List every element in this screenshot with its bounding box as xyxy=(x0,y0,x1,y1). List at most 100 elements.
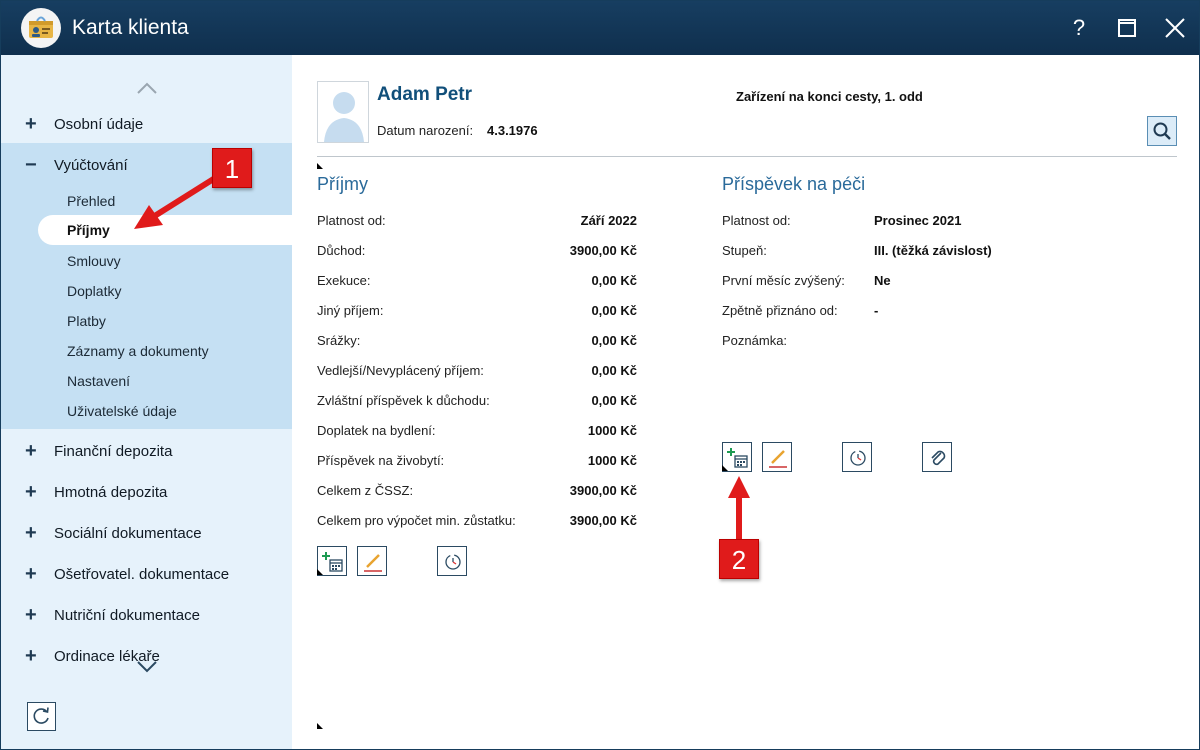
income-row-label: Důchod: xyxy=(317,243,366,258)
close-icon xyxy=(1165,18,1185,38)
care-row-label: Stupeň: xyxy=(722,243,767,258)
plus-icon: + xyxy=(25,440,37,462)
search-button[interactable] xyxy=(1147,116,1177,146)
pencil-icon xyxy=(769,450,787,468)
title-bar: Karta klienta ? xyxy=(1,1,1199,55)
avatar xyxy=(317,81,369,143)
close-button[interactable] xyxy=(1160,13,1190,43)
maximize-button[interactable] xyxy=(1112,13,1142,43)
sidebar-group-label: Finanční depozita xyxy=(54,443,173,460)
history-clock-icon xyxy=(445,554,461,570)
sidebar-group-label: Vyúčtování xyxy=(54,157,128,174)
pencil-icon xyxy=(364,554,382,572)
main-panel: Adam Petr Datum narození: 4.3.1976 Zaříz… xyxy=(292,55,1199,749)
help-button[interactable]: ? xyxy=(1064,13,1094,43)
chevron-down-icon xyxy=(137,661,157,673)
income-row-value: 3900,00 Kč xyxy=(569,243,637,258)
corner-marker xyxy=(317,163,323,169)
care-history-button[interactable] xyxy=(842,442,872,472)
sidebar-item-prehled[interactable]: Přehled xyxy=(67,193,115,209)
chevron-up-icon xyxy=(137,82,157,94)
care-row-label: Platnost od: xyxy=(722,213,791,228)
income-row-label: Příspěvek na živobytí: xyxy=(317,453,445,468)
care-row-label: Poznámka: xyxy=(722,333,788,348)
corner-marker xyxy=(317,569,323,575)
care-section-title: Příspěvek na péči xyxy=(722,174,866,194)
income-row-value: 0,00 Kč xyxy=(591,333,637,348)
scroll-up-button[interactable] xyxy=(136,81,158,100)
sidebar-group-osobni-udaje[interactable]: + Osobní údaje xyxy=(1,105,292,143)
plus-icon: + xyxy=(25,481,37,503)
plus-icon: + xyxy=(25,113,37,135)
sidebar-item-zaznamy[interactable]: Záznamy a dokumenty xyxy=(67,343,209,359)
plus-icon: + xyxy=(25,604,37,626)
client-card-window: Karta klienta ? + Osobní údaje − Vyúčtov… xyxy=(0,0,1200,750)
corner-marker xyxy=(722,465,728,471)
income-row-value: 0,00 Kč xyxy=(591,273,637,288)
income-section-title: Příjmy xyxy=(317,174,368,194)
person-silhouette-icon xyxy=(324,92,364,142)
care-attachment-button[interactable] xyxy=(922,442,952,472)
history-clock-icon xyxy=(850,450,866,466)
add-calendar-icon xyxy=(727,448,748,468)
sidebar-group-osetrovatel-dokumentace[interactable]: + Ošetřovatel. dokumentace xyxy=(1,555,292,593)
maximize-icon xyxy=(1118,19,1136,37)
care-row-label: První měsíc zvýšený: xyxy=(722,273,845,288)
sidebar-item-smlouvy[interactable]: Smlouvy xyxy=(67,253,121,269)
income-row-label: Zvláštní příspěvek k důchodu: xyxy=(317,393,490,408)
dob-label: Datum narození: xyxy=(377,123,474,138)
facility-name: Zařízení na konci cesty, 1. odd xyxy=(736,89,923,104)
income-edit-button[interactable] xyxy=(357,546,387,576)
sidebar-group-label: Ošetřovatel. dokumentace xyxy=(54,566,230,583)
income-row-label: Platnost od: xyxy=(317,213,386,228)
callout-1: 1 xyxy=(212,148,252,188)
sidebar-group-financni-depozita[interactable]: + Finanční depozita xyxy=(1,432,292,470)
care-row-value: - xyxy=(874,303,879,318)
care-edit-button[interactable] xyxy=(762,442,792,472)
sidebar-group-socialni-dokumentace[interactable]: + Sociální dokumentace xyxy=(1,514,292,552)
add-calendar-icon xyxy=(322,552,343,572)
income-row-label: Exekuce: xyxy=(317,273,371,288)
dob-value: 4.3.1976 xyxy=(487,123,538,138)
income-row-value: 3900,00 Kč xyxy=(569,483,637,498)
sidebar-item-doplatky[interactable]: Doplatky xyxy=(67,283,121,299)
plus-icon: + xyxy=(25,522,37,544)
income-row-value: 0,00 Kč xyxy=(591,393,637,408)
income-row-value: 3900,00 Kč xyxy=(569,513,637,528)
care-row-value: III. (těžká závislost) xyxy=(874,243,992,258)
paperclip-icon xyxy=(931,450,946,466)
search-icon xyxy=(1153,122,1171,140)
sidebar-item-uzivatelske-udaje[interactable]: Uživatelské údaje xyxy=(67,403,177,419)
sidebar-item-platby[interactable]: Platby xyxy=(67,313,106,329)
income-row-label: Doplatek na bydlení: xyxy=(317,423,436,438)
sidebar-group-label: Nutriční dokumentace xyxy=(54,607,200,624)
corner-marker xyxy=(317,723,323,729)
id-card-icon xyxy=(21,8,61,48)
window-title: Karta klienta xyxy=(72,16,189,39)
plus-icon: + xyxy=(25,563,37,585)
plus-icon: + xyxy=(25,645,37,663)
care-row-value: Ne xyxy=(874,273,891,288)
income-row-label: Celkem z ČSSZ: xyxy=(317,483,414,498)
sidebar-item-label: Příjmy xyxy=(67,222,110,238)
client-name: Adam Petr xyxy=(377,84,473,105)
refresh-button[interactable] xyxy=(27,702,56,731)
income-row-label: Srážky: xyxy=(317,333,361,348)
income-row-label: Vedlejší/Nevyplácený příjem: xyxy=(317,363,484,378)
sidebar-group-hmotna-depozita[interactable]: + Hmotná depozita xyxy=(1,473,292,511)
care-row-label: Zpětně přiznáno od: xyxy=(722,303,838,318)
sidebar-group-label: Osobní údaje xyxy=(54,116,144,133)
sidebar-item-prijmy[interactable]: Příjmy xyxy=(38,215,292,245)
scroll-down-button[interactable] xyxy=(136,660,158,679)
care-row-value: Prosinec 2021 xyxy=(874,213,962,228)
sidebar-group-label: Hmotná depozita xyxy=(54,484,168,501)
refresh-icon xyxy=(33,707,49,724)
sidebar-group-nutricni-dokumentace[interactable]: + Nutriční dokumentace xyxy=(1,596,292,634)
header-divider xyxy=(317,156,1177,157)
income-row-label: Jiný příjem: xyxy=(317,303,384,318)
income-row-value: 1000 Kč xyxy=(587,423,637,438)
sidebar-item-nastaveni[interactable]: Nastavení xyxy=(67,373,130,389)
income-history-button[interactable] xyxy=(437,546,467,576)
income-row-value: 1000 Kč xyxy=(587,453,637,468)
income-row-value: 0,00 Kč xyxy=(591,303,637,318)
